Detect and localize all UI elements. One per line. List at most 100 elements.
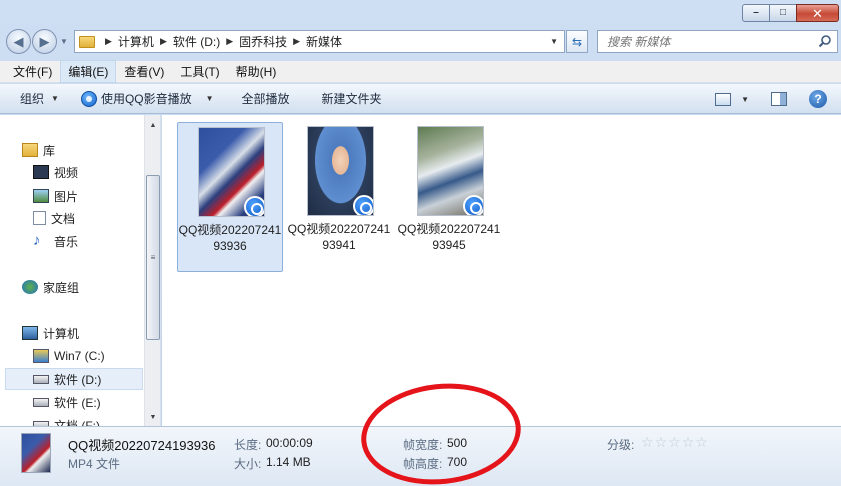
- play-with-qq-label: 使用QQ影音播放: [100, 92, 192, 106]
- drive-icon: [33, 397, 49, 407]
- details-pane: QQ视频20220724193936 MP4 文件 长度: 00:00:09 大…: [0, 426, 841, 486]
- duration-label: 长度:: [234, 438, 262, 452]
- frame-height-label: 帧高度:: [403, 457, 443, 471]
- arrow-right-icon: ▶: [39, 33, 50, 49]
- address-dropdown-icon[interactable]: ▼: [550, 37, 558, 46]
- caption-buttons: – □ ✕: [742, 4, 839, 22]
- nav-videos-label: 视频: [54, 165, 79, 180]
- file-item[interactable]: QQ视频20220724193936: [177, 122, 283, 272]
- breadcrumb-folder[interactable]: 固乔科技: [239, 33, 287, 50]
- windows-drive-icon: [33, 349, 49, 363]
- nav-scrollbar[interactable]: ▲ ≡ ▼: [144, 115, 160, 426]
- video-thumbnail: [417, 126, 484, 216]
- minimize-button[interactable]: –: [742, 4, 770, 22]
- change-view-icon[interactable]: [715, 92, 732, 106]
- close-button[interactable]: ✕: [796, 4, 839, 22]
- scroll-down-icon[interactable]: ▼: [145, 409, 160, 425]
- help-icon[interactable]: ?: [809, 90, 827, 108]
- nav-drive-c-label: Win7 (C:): [54, 349, 105, 363]
- forward-button[interactable]: ▶: [32, 29, 57, 54]
- nav-drive-f-label: 文档 (F:): [54, 418, 100, 427]
- nav-computer-label: 计算机: [43, 326, 80, 341]
- chevron-right-icon[interactable]: ▶: [105, 36, 112, 47]
- nav-drive-f[interactable]: 文档 (F:): [33, 414, 160, 427]
- preview-pane-icon[interactable]: [771, 92, 787, 106]
- duration-value[interactable]: 00:00:09: [266, 436, 313, 450]
- menu-file[interactable]: 文件(F): [5, 60, 60, 83]
- star-icon[interactable]: ☆: [682, 435, 695, 449]
- menu-view[interactable]: 查看(V): [116, 60, 172, 83]
- organize-button[interactable]: 组织 ▼: [12, 87, 67, 111]
- nav-drive-e[interactable]: 软件 (E:): [33, 391, 160, 413]
- play-with-qq-button[interactable]: 使用QQ影音播放 ▼: [73, 87, 222, 111]
- scroll-thumb[interactable]: ≡: [146, 175, 160, 340]
- refresh-button[interactable]: ⇆: [566, 30, 588, 53]
- scroll-up-icon[interactable]: ▲: [145, 117, 160, 133]
- file-list: QQ视频20220724193936 QQ视频20220724193941 QQ…: [162, 115, 841, 426]
- nav-drive-e-label: 软件 (E:): [54, 395, 101, 410]
- homegroup-icon: [22, 280, 38, 294]
- document-icon: [33, 211, 46, 225]
- star-icon[interactable]: ☆: [695, 435, 708, 449]
- search-input[interactable]: [607, 34, 807, 49]
- music-icon: ♪: [33, 232, 41, 249]
- file-name: QQ视频20220724193941: [287, 222, 391, 252]
- new-folder-button[interactable]: 新建文件夹: [314, 87, 390, 111]
- search-icon[interactable]: [818, 34, 832, 48]
- close-icon: ✕: [812, 5, 823, 21]
- folder-icon: [79, 35, 95, 48]
- frame-width-label: 帧宽度:: [403, 438, 443, 452]
- nav-drive-d[interactable]: 软件 (D:): [5, 368, 143, 390]
- nav-music[interactable]: ♪ 音乐: [33, 230, 160, 252]
- picture-icon: [33, 189, 49, 203]
- play-all-button[interactable]: 全部播放: [234, 87, 298, 111]
- nav-pictures-label: 图片: [54, 189, 79, 204]
- command-bar: 组织 ▼ 使用QQ影音播放 ▼ 全部播放 新建文件夹 ▼ ?: [0, 84, 841, 114]
- chevron-right-icon[interactable]: ▶: [226, 36, 233, 47]
- refresh-icon: ⇆: [571, 34, 583, 49]
- nav-homegroup-label: 家庭组: [43, 280, 80, 295]
- nav-libraries[interactable]: 库: [22, 139, 160, 161]
- details-file-name: QQ视频20220724193936: [68, 438, 216, 453]
- breadcrumb-current[interactable]: 新媒体: [306, 33, 342, 50]
- nav-homegroup[interactable]: 家庭组: [22, 276, 160, 298]
- breadcrumb-computer[interactable]: 计算机: [118, 33, 154, 50]
- file-name: QQ视频20220724193945: [397, 222, 501, 252]
- rating-stars[interactable]: ☆ ☆ ☆ ☆ ☆: [641, 435, 709, 449]
- nav-drive-c[interactable]: Win7 (C:): [33, 345, 160, 367]
- drive-icon: [33, 374, 49, 384]
- frame-width-value[interactable]: 500: [447, 436, 467, 450]
- rating-label: 分级:: [607, 438, 635, 452]
- size-label: 大小:: [234, 457, 262, 471]
- menu-tools[interactable]: 工具(T): [172, 60, 227, 83]
- dropdown-arrow-icon: ▼: [205, 94, 214, 103]
- star-icon[interactable]: ☆: [641, 435, 654, 449]
- maximize-button[interactable]: □: [769, 4, 797, 22]
- menu-help[interactable]: 帮助(H): [228, 60, 285, 83]
- nav-computer[interactable]: 计算机: [22, 322, 160, 344]
- star-icon[interactable]: ☆: [655, 435, 668, 449]
- frame-height-value[interactable]: 700: [447, 455, 467, 469]
- nav-pictures[interactable]: 图片: [33, 185, 160, 207]
- view-dropdown-icon[interactable]: ▼: [741, 95, 749, 104]
- search-box[interactable]: [597, 30, 838, 53]
- video-thumbnail: [307, 126, 374, 216]
- navigation-pane: 库 视频 图片 文档 ♪ 音乐 家庭组 计算机 Win7 (C:) 软件 (D:…: [0, 115, 161, 426]
- size-value[interactable]: 1.14 MB: [266, 455, 311, 469]
- nav-videos[interactable]: 视频: [33, 161, 160, 183]
- breadcrumb-drive-d[interactable]: 软件 (D:): [173, 33, 220, 50]
- star-icon[interactable]: ☆: [668, 435, 681, 449]
- chevron-right-icon[interactable]: ▶: [160, 36, 167, 47]
- file-item[interactable]: QQ视频20220724193945: [397, 122, 503, 272]
- menu-edit[interactable]: 编辑(E): [60, 60, 117, 83]
- minimize-icon: –: [753, 7, 759, 18]
- nav-music-label: 音乐: [54, 234, 79, 249]
- library-icon: [22, 143, 38, 157]
- chevron-right-icon[interactable]: ▶: [293, 36, 300, 47]
- recent-pages-dropdown[interactable]: ▼: [60, 37, 68, 46]
- arrow-left-icon: ◀: [13, 33, 24, 49]
- address-bar[interactable]: ▶ 计算机 ▶ 软件 (D:) ▶ 固乔科技 ▶ 新媒体 ▼: [74, 30, 565, 53]
- back-button[interactable]: ◀: [6, 29, 31, 54]
- file-item[interactable]: QQ视频20220724193941: [287, 122, 393, 272]
- nav-documents[interactable]: 文档: [33, 207, 160, 229]
